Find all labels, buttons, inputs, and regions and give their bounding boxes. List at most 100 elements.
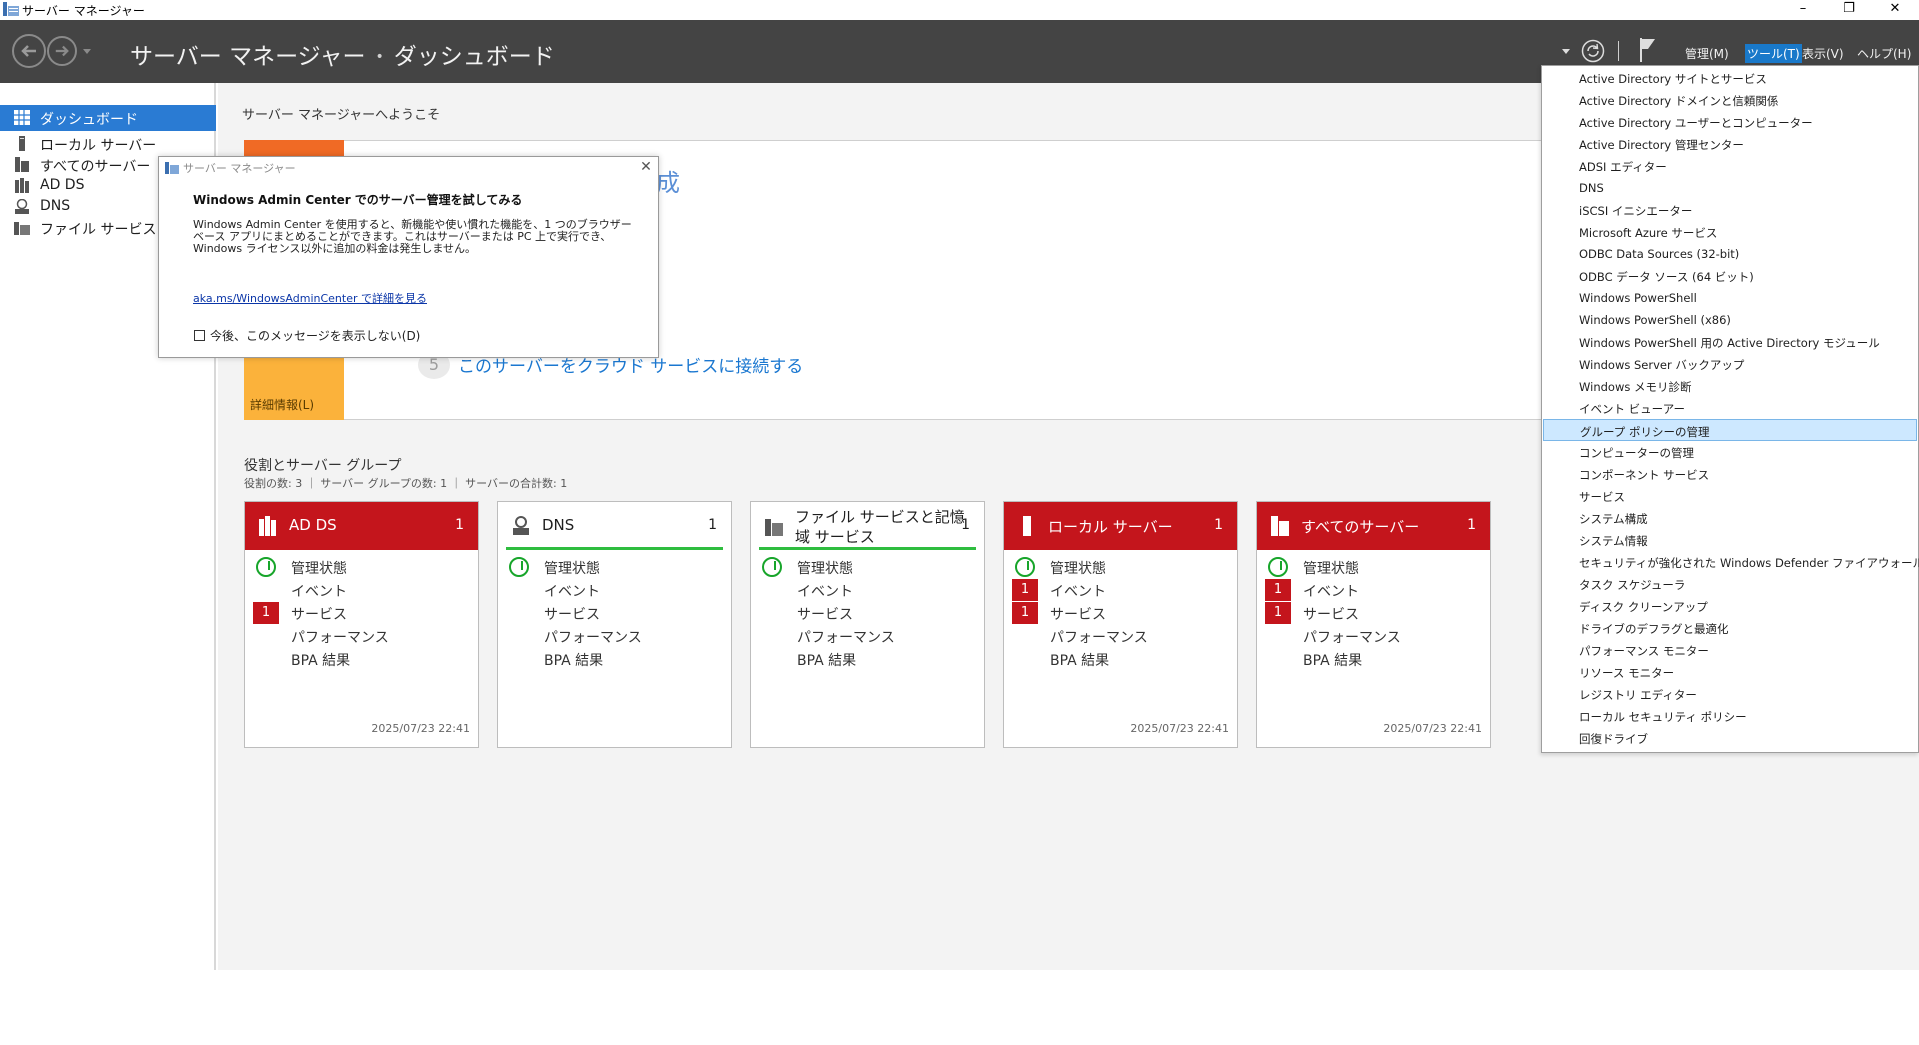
tile-file-services[interactable]: ファイル サービスと記憶域 サービス 1 管理状態 イベント サービス パフォー… (750, 501, 985, 748)
tools-menu-item[interactable]: Windows PowerShell (x86) (1543, 309, 1917, 331)
tools-menu-item-label: サービス (1579, 490, 1625, 504)
tile-row-bpa[interactable]: BPA 結果 (498, 648, 731, 670)
minimize-button[interactable]: – (1780, 0, 1826, 20)
row-label: サービス (1050, 607, 1106, 623)
tile-row-services[interactable]: 1 サービス (1004, 602, 1237, 624)
learn-more-link[interactable]: 詳細情報(L) (250, 396, 314, 413)
tools-menu-item[interactable]: Active Directory ユーザーとコンピューター (1543, 111, 1917, 133)
row-label: サービス (1303, 607, 1359, 623)
tile-row-events[interactable]: イベント (245, 579, 478, 601)
tile-row-services[interactable]: サービス (751, 602, 984, 624)
tools-menu-item[interactable]: コンポーネント サービス (1543, 463, 1917, 485)
tools-menu-item[interactable]: ODBC データ ソース (64 ビット) (1543, 265, 1917, 287)
tools-menu-item[interactable]: レジストリ エディター (1543, 683, 1917, 705)
tile-header[interactable]: すべてのサーバー 1 (1257, 502, 1490, 550)
tools-menu-item[interactable]: Active Directory 管理センター (1543, 133, 1917, 155)
menu-help[interactable]: ヘルプ(H) (1855, 44, 1913, 63)
tools-menu-item[interactable]: システム情報 (1543, 529, 1917, 551)
tools-menu-item[interactable]: グループ ポリシーの管理 (1543, 419, 1917, 441)
tools-menu-item[interactable]: ODBC Data Sources (32-bit) (1543, 243, 1917, 265)
tools-menu-item[interactable]: Active Directory サイトとサービス (1543, 67, 1917, 89)
tools-menu-item[interactable]: リソース モニター (1543, 661, 1917, 683)
tools-menu-item[interactable]: タスク スケジューラ (1543, 573, 1917, 595)
tools-menu-item[interactable]: サービス (1543, 485, 1917, 507)
tools-menu-item[interactable]: Windows PowerShell (1543, 287, 1917, 309)
tile-row-performance[interactable]: パフォーマンス (751, 625, 984, 647)
notifications-dropdown-icon[interactable] (1562, 49, 1570, 55)
tools-menu-item[interactable]: セキュリティが強化された Windows Defender ファイアウォール (1543, 551, 1919, 573)
tools-menu-item[interactable]: Windows PowerShell 用の Active Directory モ… (1543, 331, 1917, 353)
tools-menu-item[interactable]: コンピューターの管理 (1543, 441, 1917, 463)
tools-menu-item[interactable]: ドライブのデフラグと最適化 (1543, 617, 1917, 639)
tools-menu-item[interactable]: ローカル セキュリティ ポリシー (1543, 705, 1917, 727)
tools-menu-item[interactable]: DNS (1543, 177, 1917, 199)
dialog-close-icon[interactable]: ✕ (636, 157, 656, 177)
restore-button[interactable]: ❐ (1826, 0, 1872, 20)
tools-menu-item[interactable]: Microsoft Azure サービス (1543, 221, 1917, 243)
row-label: パフォーマンス (1050, 630, 1148, 646)
tools-menu-item[interactable]: Windows メモリ診断 (1543, 375, 1917, 397)
tools-menu-item[interactable]: Active Directory ドメインと信頼関係 (1543, 89, 1917, 111)
tools-menu-item[interactable]: イベント ビューアー (1543, 397, 1917, 419)
tile-row-events[interactable]: イベント (498, 579, 731, 601)
tile-row-performance[interactable]: パフォーマンス (245, 625, 478, 647)
tools-menu-item-label: リソース モニター (1579, 666, 1675, 680)
tile-row-manageability[interactable]: 管理状態 (1004, 556, 1237, 578)
tools-menu-item[interactable]: ADSI エディター (1543, 155, 1917, 177)
dont-show-again-label[interactable]: 今後、このメッセージを表示しない(D) (210, 327, 420, 344)
tile-row-bpa[interactable]: BPA 結果 (1257, 648, 1490, 670)
tools-menu-item-label: ODBC データ ソース (64 ビット) (1579, 270, 1754, 284)
tile-header[interactable]: DNS 1 (506, 502, 723, 550)
tile-row-services[interactable]: 1 サービス (245, 602, 478, 624)
row-label: 管理状態 (291, 561, 347, 577)
menu-tools[interactable]: ツール(T) (1745, 44, 1802, 63)
tools-menu-item-label: セキュリティが強化された Windows Defender ファイアウォール (1579, 556, 1919, 570)
tile-row-events[interactable]: 1 イベント (1257, 579, 1490, 601)
history-dropdown-icon[interactable] (82, 48, 92, 56)
dialog-title: サーバー マネージャー (183, 162, 296, 175)
tile-row-manageability[interactable]: 管理状態 (751, 556, 984, 578)
sidebar-item-dashboard[interactable]: ダッシュボード (0, 105, 216, 131)
tools-menu-item-label: Windows PowerShell (x86) (1579, 313, 1731, 327)
tools-menu-item[interactable]: パフォーマンス モニター (1543, 639, 1917, 661)
tile-all-servers[interactable]: すべてのサーバー 1 管理状態 1 イベント 1 サービス パフォーマンス BPA … (1256, 501, 1491, 748)
status-ok-icon (762, 557, 782, 577)
admin-center-link[interactable]: aka.ms/WindowsAdminCenter で詳細を見る (193, 290, 427, 306)
menu-manage[interactable]: 管理(M) (1683, 44, 1731, 63)
tile-row-performance[interactable]: パフォーマンス (1004, 625, 1237, 647)
tools-menu-item[interactable]: ディスク クリーンアップ (1543, 595, 1917, 617)
back-button[interactable] (12, 34, 46, 68)
tile-header[interactable]: AD DS 1 (245, 502, 478, 550)
tile-row-bpa[interactable]: BPA 結果 (751, 648, 984, 670)
tools-menu-item[interactable]: Windows Server バックアップ (1543, 353, 1917, 375)
tile-row-services[interactable]: 1 サービス (1257, 602, 1490, 624)
tile-row-manageability[interactable]: 管理状態 (498, 556, 731, 578)
tools-menu-item[interactable]: iSCSI イニシエーター (1543, 199, 1917, 221)
tile-row-manageability[interactable]: 管理状態 (245, 556, 478, 578)
tile-row-events[interactable]: 1 イベント (1004, 579, 1237, 601)
forward-button[interactable] (47, 36, 77, 66)
tile-header[interactable]: ファイル サービスと記憶域 サービス 1 (759, 502, 976, 550)
flag-notifications-icon[interactable] (1639, 37, 1657, 63)
row-label: イベント (797, 584, 853, 600)
tile-ad-ds[interactable]: AD DS 1 管理状態 イベント 1 サービス パフォーマンス BPA 結果 2… (244, 501, 479, 748)
tile-row-performance[interactable]: パフォーマンス (1257, 625, 1490, 647)
tile-header[interactable]: ローカル サーバー 1 (1004, 502, 1237, 550)
tools-menu-item[interactable]: システム構成 (1543, 507, 1917, 529)
tile-dns[interactable]: DNS 1 管理状態 イベント サービス パフォーマンス BPA 結果 (497, 501, 732, 748)
close-window-button[interactable]: ✕ (1872, 0, 1918, 20)
tile-row-services[interactable]: サービス (498, 602, 731, 624)
tile-row-bpa[interactable]: BPA 結果 (1004, 648, 1237, 670)
row-label: パフォーマンス (797, 630, 895, 646)
breadcrumb-root[interactable]: サーバー マネージャー (130, 44, 365, 70)
tools-menu-item[interactable]: 回復ドライブ (1543, 727, 1917, 749)
tile-row-events[interactable]: イベント (751, 579, 984, 601)
dont-show-again-checkbox[interactable] (194, 330, 205, 341)
welcome-title: サーバー マネージャーへようこそ (242, 108, 441, 123)
menu-view[interactable]: 表示(V) (1800, 44, 1846, 63)
tile-row-bpa[interactable]: BPA 結果 (245, 648, 478, 670)
tile-row-performance[interactable]: パフォーマンス (498, 625, 731, 647)
refresh-icon[interactable] (1581, 39, 1605, 63)
tile-local-server[interactable]: ローカル サーバー 1 管理状態 1 イベント 1 サービス パフォーマンス BPA… (1003, 501, 1238, 748)
tile-row-manageability[interactable]: 管理状態 (1257, 556, 1490, 578)
